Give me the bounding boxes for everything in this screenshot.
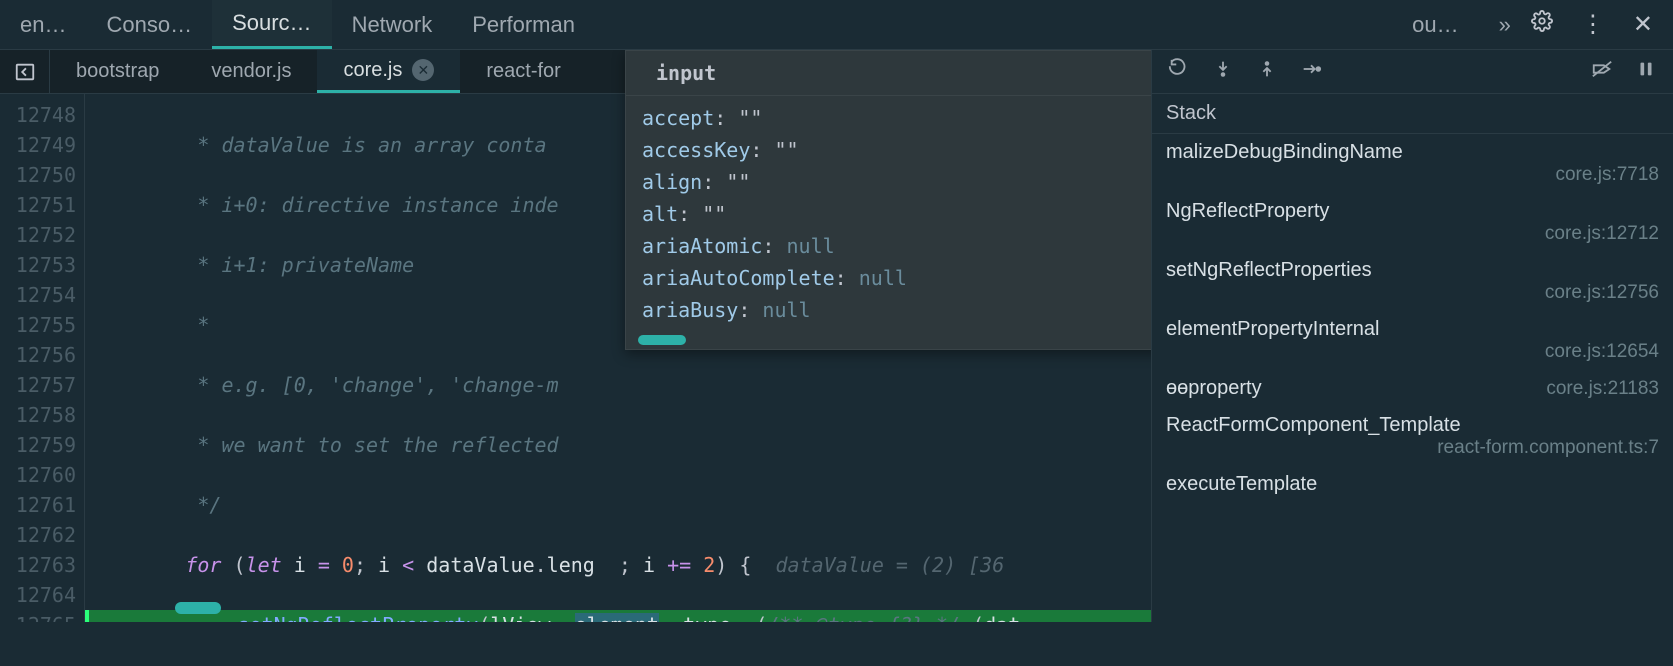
toggle-navigator-icon[interactable] [0, 50, 50, 93]
stack-frame[interactable]: NgReflectProperty core.js:12712 [1152, 193, 1673, 252]
code-line: for (let i = 0; i < dataValue.leng ; i +… [85, 550, 1151, 580]
line-number[interactable]: 12753 [0, 250, 84, 280]
line-number[interactable]: 12763 [0, 550, 84, 580]
popup-horizontal-scrollbar[interactable] [638, 335, 686, 345]
debugger-sidebar: Stack malizeDebugBindingName core.js:771… [1151, 50, 1673, 622]
code-editor: bootstrap vendor.js core.js ✕ react-for … [0, 50, 1151, 622]
code-line: * we want to set the reflected [85, 430, 1151, 460]
line-number[interactable]: 12756 [0, 340, 84, 370]
gear-icon[interactable] [1531, 10, 1553, 39]
line-number[interactable]: 12748 [0, 100, 84, 130]
selected-token: element [575, 613, 659, 622]
line-number[interactable]: 12749 [0, 130, 84, 160]
file-tab-core[interactable]: core.js ✕ [317, 50, 460, 93]
close-icon[interactable]: ✕ [1633, 10, 1653, 39]
code-line: * e.g. [0, 'change', 'change-m [85, 370, 1151, 400]
property-row[interactable]: align: "" [642, 166, 1151, 198]
property-row[interactable]: accessKey: "" [642, 134, 1151, 166]
panel-tab-console[interactable]: Conso… [86, 0, 212, 49]
property-row[interactable]: ariaBusy: null [642, 294, 1151, 326]
line-number[interactable]: 12755 [0, 310, 84, 340]
panel-tab-network[interactable]: Network [332, 0, 453, 49]
line-number[interactable]: 12762 [0, 520, 84, 550]
file-tab-react-form[interactable]: react-for [460, 50, 586, 93]
line-number[interactable]: 12760 [0, 460, 84, 490]
stack-frame[interactable]: ReactFormComponent_Template react-form.c… [1152, 407, 1673, 466]
property-row[interactable]: ariaAutoComplete: null [642, 262, 1151, 294]
panel-tab-elements[interactable]: en… [0, 0, 86, 49]
code-line-current-execution: setNgReflectProperty(lView, element, typ… [85, 610, 1151, 622]
property-row[interactable]: alt: "" [642, 198, 1151, 230]
property-row[interactable]: ariaAtomic: null [642, 230, 1151, 262]
code-line: */ [85, 490, 1151, 520]
stack-frame[interactable]: malizeDebugBindingName core.js:7718 [1152, 134, 1673, 193]
line-number-gutter[interactable]: 12748 12749 12750 12751 12752 12753 1275… [0, 94, 85, 622]
stack-frame[interactable]: elementPropertyInternal core.js:12654 [1152, 311, 1673, 370]
call-stack-list: malizeDebugBindingName core.js:7718 NgRe… [1152, 134, 1673, 622]
line-number[interactable]: 12765 [0, 610, 84, 622]
panel-tab-overflow-item[interactable]: ou… [1392, 0, 1478, 49]
popup-title: input [626, 51, 1151, 96]
line-number[interactable]: 12752 [0, 220, 84, 250]
stack-frame[interactable]: ɵɵproperty core.js:21183 [1152, 370, 1673, 407]
file-tab-label: core.js [343, 59, 402, 82]
line-number[interactable]: 12759 [0, 430, 84, 460]
debugger-toolbar [1152, 50, 1673, 94]
step-over-icon[interactable] [1212, 58, 1234, 86]
line-number[interactable]: 12758 [0, 400, 84, 430]
resume-icon[interactable] [1168, 58, 1190, 86]
step-out-icon[interactable] [1300, 58, 1322, 86]
line-number[interactable]: 12757 [0, 370, 84, 400]
close-file-icon[interactable]: ✕ [412, 59, 434, 81]
stack-frame[interactable]: executeTemplate [1152, 466, 1673, 503]
deactivate-breakpoints-icon[interactable] [1591, 58, 1613, 86]
line-number[interactable]: 12751 [0, 190, 84, 220]
panel-tab-sources[interactable]: Sourc… [212, 0, 331, 49]
line-number[interactable]: 12761 [0, 490, 84, 520]
line-number[interactable]: 12754 [0, 280, 84, 310]
stack-frame[interactable]: setNgReflectProperties core.js:12756 [1152, 252, 1673, 311]
file-tab-vendor[interactable]: vendor.js [185, 50, 317, 93]
call-stack-header[interactable]: Stack [1152, 94, 1673, 134]
file-tab-bootstrap[interactable]: bootstrap [50, 50, 185, 93]
line-number[interactable]: 12750 [0, 160, 84, 190]
panel-tab-more[interactable]: » [1479, 0, 1531, 49]
step-into-icon[interactable] [1256, 58, 1278, 86]
line-number[interactable]: 12764 [0, 580, 84, 610]
property-row[interactable]: accept: "" [642, 102, 1151, 134]
horizontal-scrollbar[interactable] [175, 602, 221, 614]
kebab-menu-icon[interactable]: ⋮ [1581, 10, 1605, 39]
object-inspector-popup: input accept: "" accessKey: "" align: ""… [625, 50, 1151, 350]
pause-icon[interactable] [1635, 58, 1657, 86]
panel-tab-performance[interactable]: Performan [452, 0, 595, 49]
devtools-panel-tabs: en… Conso… Sourc… Network Performan ou… … [0, 0, 1673, 50]
